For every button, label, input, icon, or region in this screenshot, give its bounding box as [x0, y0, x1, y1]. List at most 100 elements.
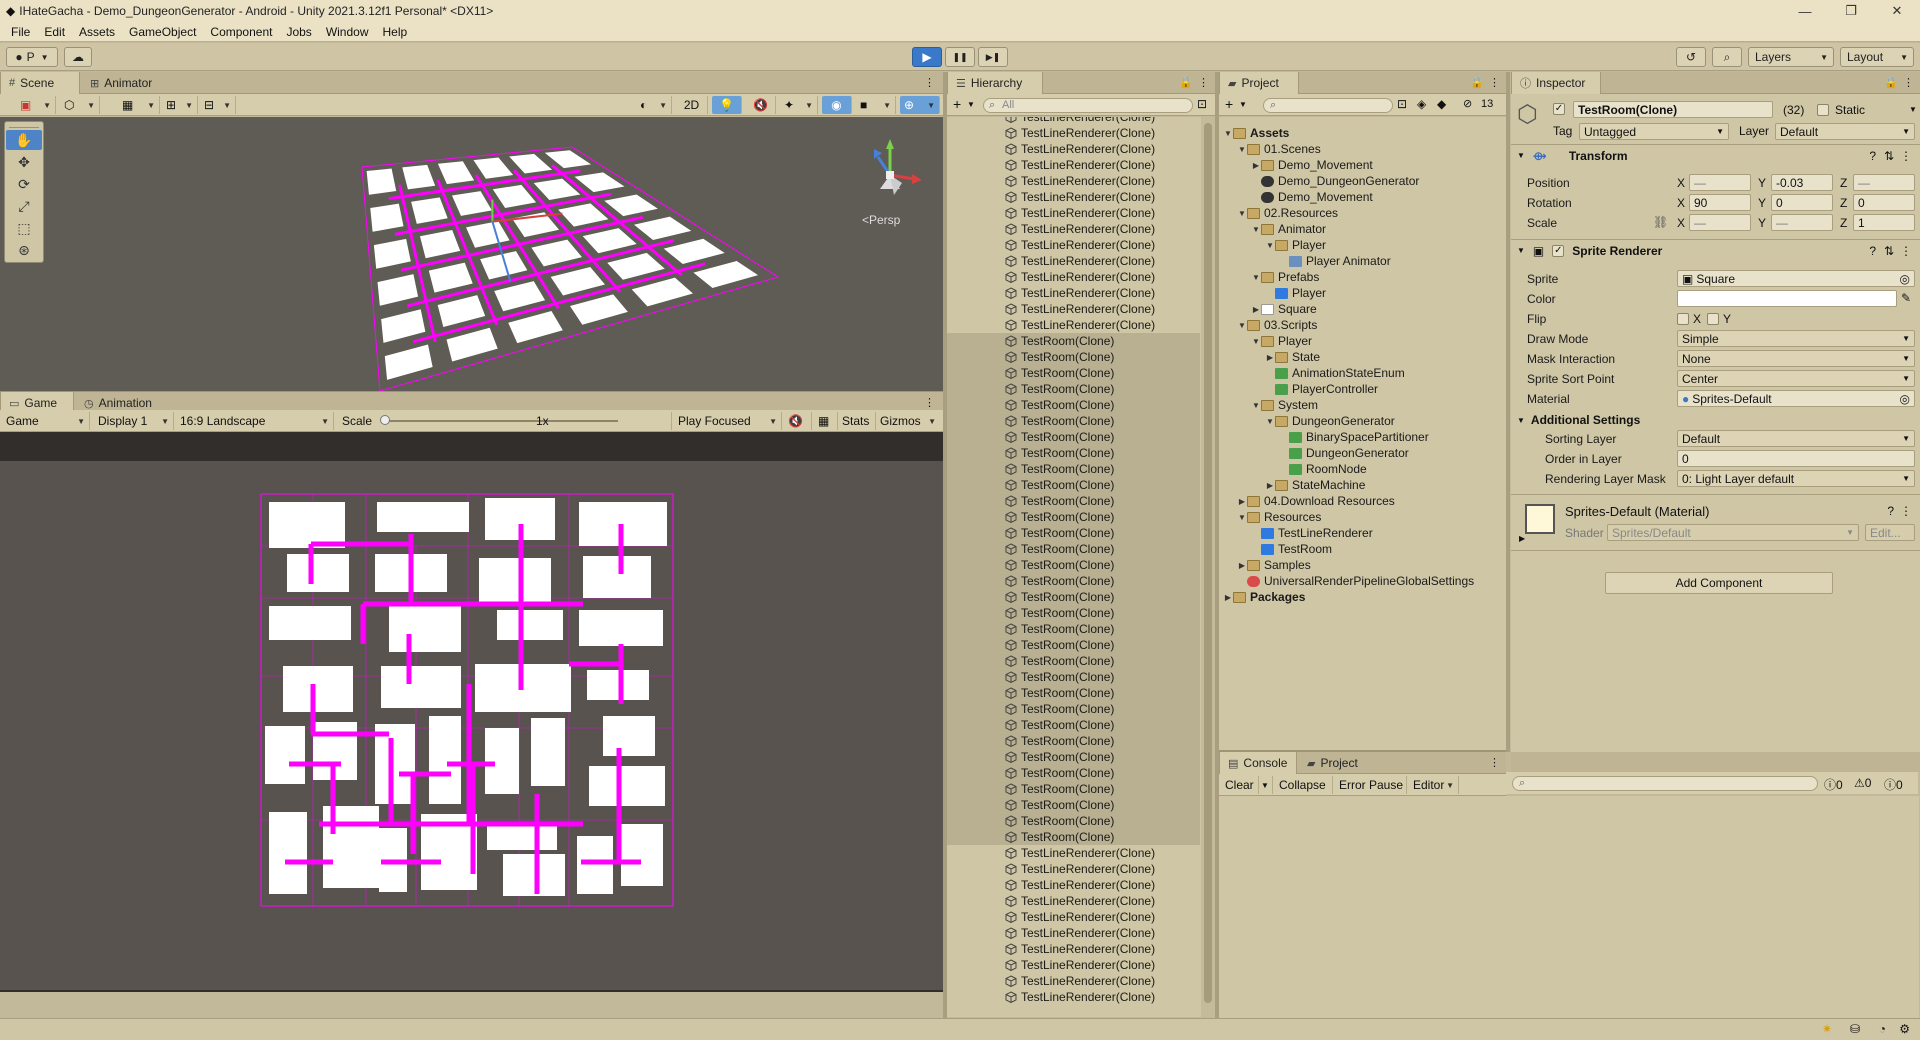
transform-tool-icon[interactable]: ⊛	[6, 240, 42, 260]
menu-gameobject[interactable]: GameObject	[122, 25, 203, 39]
chevron-down-icon[interactable]: ▼	[1239, 100, 1247, 109]
menu-assets[interactable]: Assets	[72, 25, 122, 39]
hierarchy-scrollbar[interactable]	[1201, 117, 1215, 1017]
fold-arrow-icon[interactable]: ▼	[1237, 145, 1247, 154]
grid-snap-dropdown[interactable]: ▦ ▼	[118, 96, 160, 114]
project-tree-item[interactable]: ▶ 04.Download Resources	[1237, 493, 1395, 509]
project-tree-item[interactable]: ▼ System	[1251, 397, 1318, 413]
menu-file[interactable]: File	[4, 25, 37, 39]
object-name-field[interactable]: TestRoom(Clone)	[1573, 101, 1773, 118]
cloud-button[interactable]: ☁	[64, 47, 92, 67]
project-tree-item[interactable]: Demo_Movement	[1251, 189, 1373, 205]
snap-dropdown[interactable]: ⊞ ▼	[162, 96, 198, 114]
effects-dropdown[interactable]: ✦ ▼	[780, 96, 818, 114]
progress-icon[interactable]: ◔	[1879, 1022, 1886, 1036]
fold-icon[interactable]: ▼	[1517, 151, 1525, 160]
flip-x-checkbox[interactable]	[1677, 313, 1689, 325]
help-icon[interactable]: ?	[1869, 149, 1876, 163]
hierarchy-item[interactable]: TestRoom(Clone)	[947, 461, 1200, 477]
hierarchy-item[interactable]: TestRoom(Clone)	[947, 637, 1200, 653]
scale-tool-icon[interactable]: ⤢	[6, 196, 42, 216]
project-tree-item[interactable]: ▶ Packages	[1223, 589, 1305, 605]
search-by-type-icon[interactable]: ⊡	[1397, 97, 1407, 111]
color-swatch[interactable]	[1677, 290, 1897, 307]
project-tree-item[interactable]: UniversalRenderPipelineGlobalSettings	[1237, 573, 1474, 589]
more-icon[interactable]: ⋮	[924, 396, 935, 409]
transform-header[interactable]: ▼ ⟴ Transform ? ⇅ ⋮	[1511, 144, 1920, 166]
visibility-toggle[interactable]: ◉	[822, 96, 852, 114]
hierarchy-item[interactable]: TestRoom(Clone)	[947, 397, 1200, 413]
game-view[interactable]	[0, 432, 943, 992]
hierarchy-item[interactable]: TestLineRenderer(Clone)	[947, 221, 1200, 237]
help-icon[interactable]: ?	[1887, 504, 1894, 518]
fold-arrow-icon[interactable]: ▼	[1251, 401, 1261, 410]
rotation-z-field[interactable]: 0	[1853, 194, 1915, 211]
lock-icon[interactable]: 🔒	[1470, 76, 1484, 89]
fold-arrow-icon[interactable]: ▼	[1223, 129, 1233, 138]
hierarchy-item[interactable]: TestRoom(Clone)	[947, 429, 1200, 445]
game-mode-dropdown[interactable]: Game ▼	[2, 412, 90, 430]
mode-2d-button[interactable]: 2D	[676, 96, 708, 114]
hierarchy-item[interactable]: TestRoom(Clone)	[947, 349, 1200, 365]
clear-button[interactable]: Clear	[1221, 776, 1259, 794]
info-count-toggle[interactable]: ⓘ0	[1824, 776, 1843, 793]
mask-interaction-dropdown[interactable]: None ▼	[1677, 350, 1915, 367]
hierarchy-item[interactable]: TestLineRenderer(Clone)	[947, 285, 1200, 301]
position-z-field[interactable]: —	[1853, 174, 1915, 191]
cache-server-icon[interactable]: ⛁	[1850, 1022, 1860, 1036]
hierarchy-item[interactable]: TestRoom(Clone)	[947, 477, 1200, 493]
fold-arrow-icon[interactable]: ▶	[1237, 561, 1247, 570]
game-viewport[interactable]	[0, 432, 943, 990]
fold-icon[interactable]: ▼	[1517, 246, 1525, 255]
gizmos-dropdown[interactable]: Gizmos ▼	[876, 412, 940, 430]
fold-arrow-icon[interactable]: ▶	[1265, 481, 1275, 490]
additional-settings-foldout[interactable]: ▼ Additional Settings	[1517, 410, 1640, 430]
material-field[interactable]: ● Sprites-Default ◎	[1677, 390, 1915, 407]
more-icon[interactable]: ⋮	[1903, 76, 1914, 89]
more-icon[interactable]: ⋮	[1198, 76, 1209, 89]
increment-dropdown[interactable]: ⊟ ▼	[200, 96, 236, 114]
search-button[interactable]: ⌕	[1712, 47, 1742, 67]
hierarchy-item[interactable]: TestRoom(Clone)	[947, 749, 1200, 765]
scene-view[interactable]: ✋ ✥ ⟳ ⤢ ⬚ ⊛ <Persp	[0, 117, 943, 391]
hierarchy-item[interactable]: TestRoom(Clone)	[947, 381, 1200, 397]
menu-jobs[interactable]: Jobs	[279, 25, 318, 39]
fold-arrow-icon[interactable]: ▼	[1251, 337, 1261, 346]
auto-generate-lighting-icon[interactable]: ✷	[1822, 1022, 1832, 1036]
grid-button[interactable]: ▦	[814, 412, 838, 430]
fold-arrow-icon[interactable]: ▶	[1265, 353, 1275, 362]
draw-mode-dropdown[interactable]: Simple ▼	[1677, 330, 1915, 347]
play-button[interactable]: ▶	[912, 47, 942, 67]
project-tree-item[interactable]: ▼ DungeonGenerator	[1265, 413, 1395, 429]
fold-arrow-icon[interactable]: ▼	[1237, 513, 1247, 522]
editor-dropdown[interactable]: Editor ▼	[1409, 776, 1459, 794]
tab-hierarchy[interactable]: ☰ Hierarchy	[947, 72, 1043, 94]
project-tree-item[interactable]: ▼ 03.Scripts	[1237, 317, 1317, 333]
fold-arrow-icon[interactable]: ▼	[1265, 417, 1275, 426]
project-tree-item[interactable]: ▼ Prefabs	[1251, 269, 1319, 285]
scale-y-field[interactable]: —	[1771, 214, 1833, 231]
label-icon[interactable]: ◆	[1437, 97, 1446, 111]
hierarchy-item[interactable]: TestLineRenderer(Clone)	[947, 317, 1200, 333]
view-tool-hand-icon[interactable]: ✋	[6, 130, 42, 150]
preset-icon[interactable]: ⇅	[1884, 149, 1894, 163]
hierarchy-item[interactable]: TestRoom(Clone)	[947, 365, 1200, 381]
hierarchy-item[interactable]: TestRoom(Clone)	[947, 813, 1200, 829]
hierarchy-item[interactable]: TestLineRenderer(Clone)	[947, 237, 1200, 253]
fold-arrow-icon[interactable]: ▶	[1251, 305, 1261, 314]
hierarchy-item[interactable]: TestLineRenderer(Clone)	[947, 125, 1200, 141]
tab-inspector[interactable]: ⓘ Inspector	[1511, 72, 1601, 94]
account-dropdown[interactable]: ● P ▼	[6, 47, 58, 67]
hierarchy-item[interactable]: TestRoom(Clone)	[947, 413, 1200, 429]
project-tree-item[interactable]: ▶ State	[1265, 349, 1320, 365]
projection-label[interactable]: <Persp	[862, 213, 900, 227]
project-tree-item[interactable]: Player Animator	[1279, 253, 1391, 269]
hierarchy-item[interactable]: TestRoom(Clone)	[947, 669, 1200, 685]
scrollbar-thumb[interactable]	[1204, 123, 1212, 1003]
position-y-field[interactable]: -0.03	[1771, 174, 1833, 191]
hierarchy-item[interactable]: TestLineRenderer(Clone)	[947, 301, 1200, 317]
project-tree-item[interactable]: ▶ Samples	[1237, 557, 1311, 573]
hierarchy-item[interactable]: TestLineRenderer(Clone)	[947, 989, 1200, 1005]
hierarchy-item[interactable]: TestRoom(Clone)	[947, 541, 1200, 557]
add-icon[interactable]: +	[1225, 96, 1233, 112]
